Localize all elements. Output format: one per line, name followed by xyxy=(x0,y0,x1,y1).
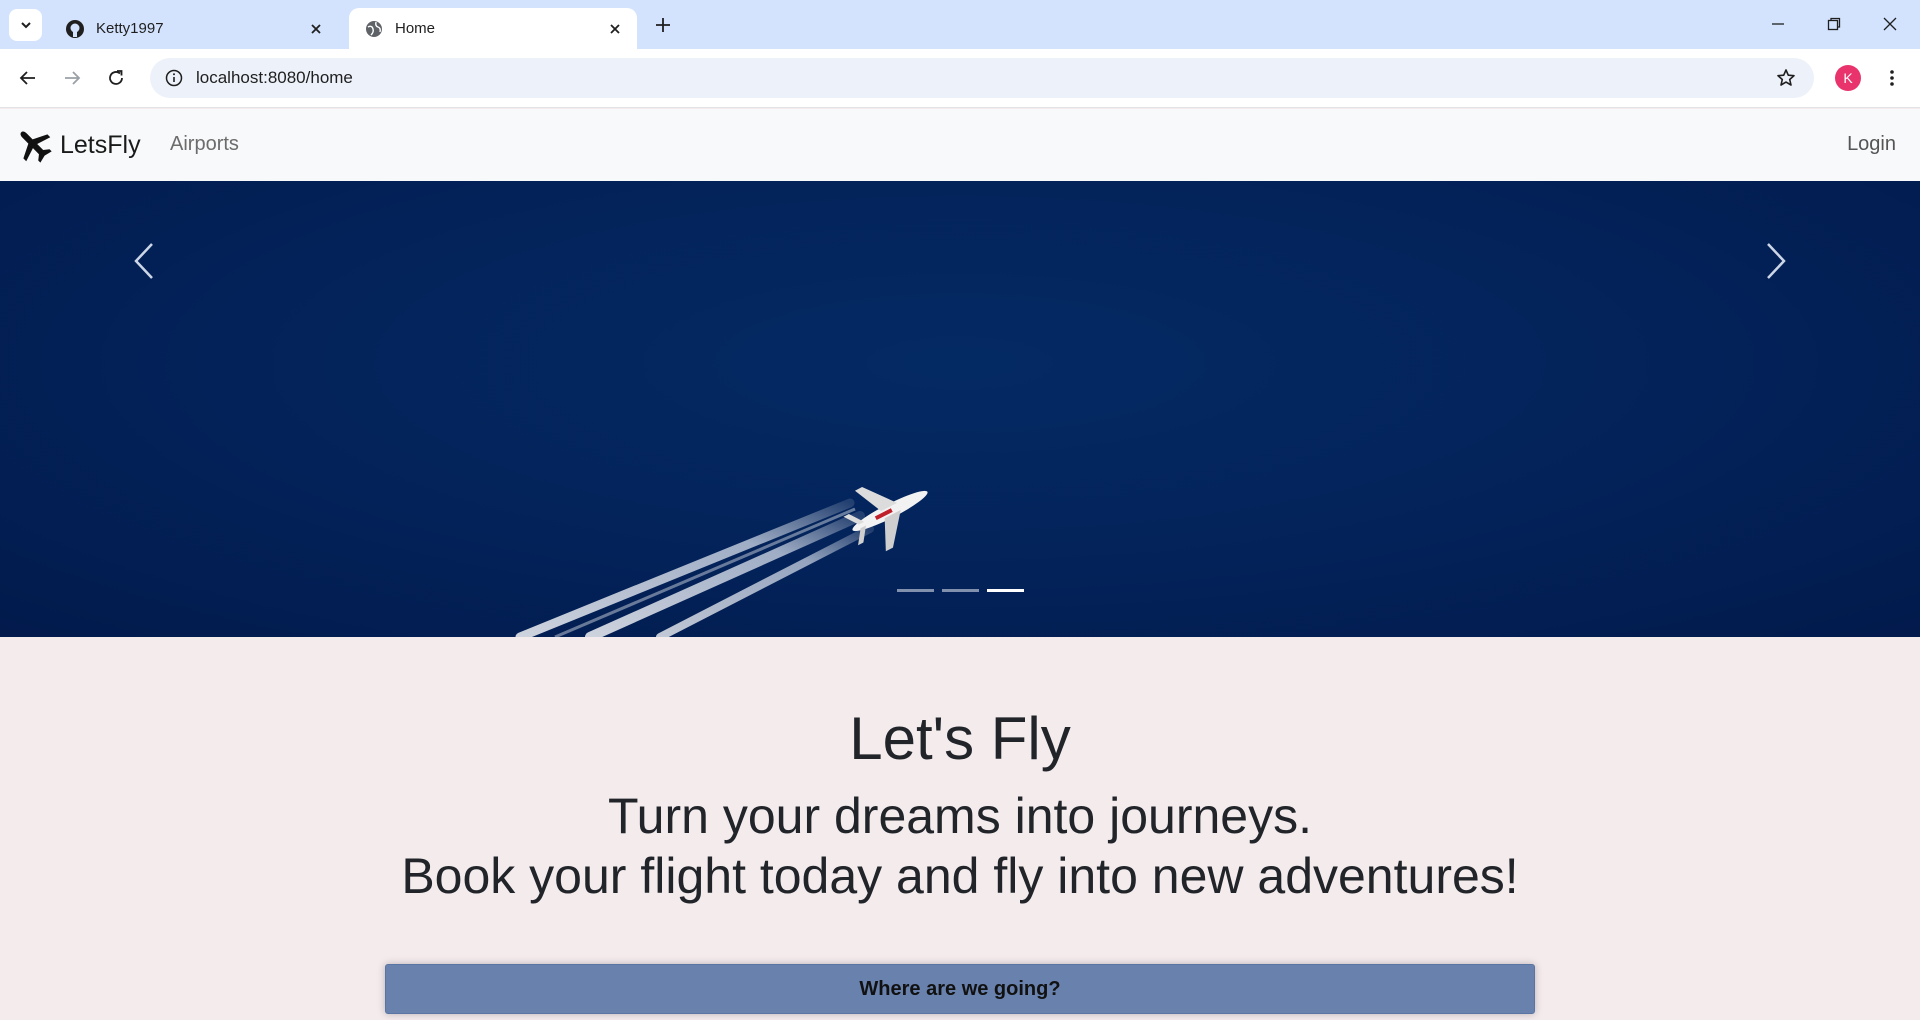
carousel-prev-button[interactable] xyxy=(114,221,174,301)
carousel-indicator[interactable] xyxy=(941,589,979,592)
brand-link[interactable]: LetsFly xyxy=(14,125,141,165)
arrow-right-icon xyxy=(65,71,81,85)
restore-icon xyxy=(1827,17,1841,31)
globe-icon xyxy=(363,18,385,40)
address-bar[interactable]: localhost:8080/home xyxy=(150,58,1814,98)
airplane-logo-icon xyxy=(20,131,52,163)
bookmark-star-icon[interactable] xyxy=(1766,58,1806,98)
chevron-left-icon xyxy=(134,243,153,279)
browser-tab-strip: Ketty1997 Home xyxy=(0,0,1920,49)
carousel-indicator-active[interactable] xyxy=(986,589,1024,592)
site-info-icon[interactable] xyxy=(154,58,194,98)
reload-icon xyxy=(109,70,123,85)
github-icon xyxy=(64,18,86,40)
forward-button[interactable] xyxy=(56,62,88,94)
minimize-button[interactable] xyxy=(1758,8,1798,40)
tab-title: Home xyxy=(395,20,436,37)
login-link[interactable]: Login xyxy=(1847,133,1896,156)
url-text[interactable]: localhost:8080/home xyxy=(196,68,1766,88)
minimize-icon xyxy=(1772,23,1784,25)
browser-toolbar: localhost:8080/home K xyxy=(0,49,1920,108)
where-are-we-going-button[interactable]: Where are we going? xyxy=(385,964,1535,1014)
profile-avatar[interactable]: K xyxy=(1835,65,1861,91)
browser-tab-ketty1997[interactable]: Ketty1997 xyxy=(50,8,338,49)
restore-button[interactable] xyxy=(1814,8,1854,40)
reload-button[interactable] xyxy=(100,62,132,94)
tab-title: Ketty1997 xyxy=(96,20,164,37)
close-icon xyxy=(1883,17,1897,31)
carousel-indicator[interactable] xyxy=(896,589,934,592)
browser-menu-button[interactable] xyxy=(1876,62,1908,94)
hero-tagline-1: Turn your dreams into journeys. xyxy=(607,788,1312,844)
chevron-right-icon xyxy=(1767,243,1786,279)
back-button[interactable] xyxy=(12,62,44,94)
close-window-button[interactable] xyxy=(1870,8,1910,40)
more-vert-icon xyxy=(1890,70,1894,86)
carousel-next-button[interactable] xyxy=(1746,221,1806,301)
hero-section: Let's Fly Turn your dreams into journeys… xyxy=(0,637,1920,1020)
carousel-indicators xyxy=(0,589,1920,592)
brand-name: LetsFly xyxy=(60,130,141,159)
nav-link-airports[interactable]: Airports xyxy=(170,133,239,156)
close-icon[interactable] xyxy=(603,17,627,41)
close-icon[interactable] xyxy=(304,17,328,41)
browser-tab-home[interactable]: Home xyxy=(349,8,637,49)
plus-icon xyxy=(656,18,670,32)
hero-carousel xyxy=(0,181,1920,637)
arrow-left-icon xyxy=(19,71,35,85)
hero-tagline-2: Book your flight today and fly into new … xyxy=(401,848,1519,904)
new-tab-button[interactable] xyxy=(650,12,676,38)
site-navbar: LetsFly Airports Login xyxy=(0,109,1920,181)
tab-search-button[interactable] xyxy=(9,9,42,41)
airplane-contrail-image xyxy=(515,487,928,637)
hero-title: Let's Fly xyxy=(849,705,1071,772)
chevron-down-icon xyxy=(20,22,31,29)
